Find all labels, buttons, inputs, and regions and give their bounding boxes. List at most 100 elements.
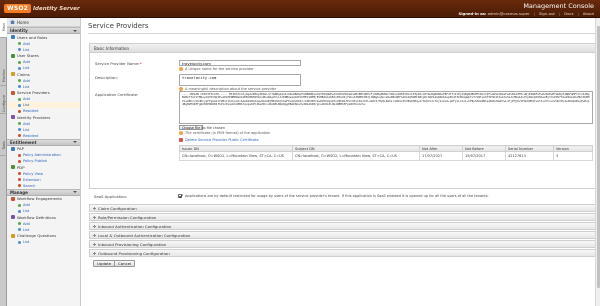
- sidebar-group-label: Challenge Questions: [17, 233, 57, 239]
- group-icon: [11, 35, 15, 40]
- add-icon: [18, 122, 21, 125]
- choose-file-button[interactable]: Choose File: [179, 125, 204, 130]
- list-icon: [18, 209, 21, 213]
- cert-label: Application Certificate:: [95, 92, 139, 97]
- separator: |: [533, 10, 535, 16]
- group-icon: [11, 165, 15, 170]
- list-icon: [18, 228, 21, 231]
- sidebar-section-title: Manage: [10, 189, 28, 195]
- sp-name-input[interactable]: travelocity.com: [179, 60, 301, 66]
- user-name: admin@cosmos.super: [487, 10, 530, 16]
- accordion-label: Local & Outbound Authentication Configur…: [98, 232, 191, 238]
- list-icon: [18, 128, 21, 131]
- sp-name-hint-text: A unique name for the service provider: [185, 67, 254, 71]
- delete-cert-label: Delete Service Provider Public Certifica…: [185, 138, 259, 142]
- about-link[interactable]: About: [583, 11, 594, 16]
- cell-version: 3: [553, 151, 593, 161]
- signed-in-label: Signed-in as:: [458, 10, 487, 16]
- sidebar-item[interactable]: List: [7, 239, 80, 245]
- tab-main[interactable]: Main: [0, 18, 7, 38]
- sidebar-group-label: PAP: [17, 146, 24, 152]
- accordion-inbound-provisioning-configuration[interactable]: Inbound Provisioning Configuration: [89, 240, 596, 248]
- sidebar-item-label: List: [23, 127, 30, 132]
- accordion-label: Inbound Provisioning Configuration: [98, 241, 167, 247]
- accordion-role-permission-configuration[interactable]: Role/Permission Configuration: [89, 213, 596, 221]
- user-strip: Signed-in as: admin@cosmos.super | Sign-…: [458, 11, 594, 16]
- cell-serial-number: 42127613: [505, 151, 554, 161]
- sp-name-label-text: Service Provider Name:: [95, 61, 140, 66]
- cancel-button[interactable]: Cancel: [114, 260, 136, 267]
- certificate-textarea[interactable]: -----BEGIN CERTIFICATE----- MIIDSTCCAjGg…: [179, 91, 593, 124]
- accordion-inbound-authentication-configuration[interactable]: Inbound Authentication Configuration: [89, 222, 596, 230]
- add-icon: [18, 203, 21, 207]
- sidebar-item-label: Add: [23, 203, 30, 207]
- description-label: Description:: [95, 75, 118, 80]
- home-link[interactable]: Home: [7, 18, 80, 27]
- accordion-label: Role/Permission Configuration: [98, 214, 157, 220]
- update-button[interactable]: Update: [93, 260, 116, 267]
- sidebar-group-label: Workflow Definitions: [17, 214, 57, 220]
- sidebar-section-identity[interactable]: Identity: [7, 27, 80, 34]
- collapse-icon: [73, 29, 77, 32]
- product-logo[interactable]: WSO2 Identity Server: [4, 3, 80, 14]
- cell-not-after: 17/07/2027: [419, 151, 463, 161]
- expand-icon: [93, 252, 96, 255]
- side-tab-strip: Main Monitor Configure Tools: [0, 18, 7, 306]
- sidebar-nav: Home Identity Users and Roles Add List User …: [7, 18, 81, 306]
- saas-checkbox[interactable]: [178, 193, 182, 198]
- accordion-claim-configuration[interactable]: Claim Configuration: [89, 204, 596, 212]
- main-content: Service Providers Basic Information Serv…: [83, 18, 600, 306]
- list-icon: [18, 48, 21, 51]
- sidebar-item-label: List: [23, 240, 30, 244]
- info-icon: [179, 67, 183, 71]
- home-label: Home: [17, 19, 29, 25]
- table-row: CN=localhost, O=WSO2, L=Mountain View, S…: [179, 151, 593, 161]
- sidebar-item-label: Policy View: [23, 171, 44, 176]
- page-scrollbar[interactable]: [595, 18, 600, 306]
- saas-description: Applications are by default restricted f…: [185, 194, 489, 198]
- list-icon: [18, 85, 21, 88]
- group-icon: [11, 215, 15, 220]
- home-icon: [10, 20, 15, 24]
- expand-icon: [93, 234, 96, 237]
- tab-tools[interactable]: Tools: [0, 136, 7, 156]
- sidebar-item-label: Add: [23, 41, 30, 46]
- nav-sections: Identity Users and Roles Add List User Store…: [7, 27, 80, 245]
- sidebar-item-label: List: [23, 84, 30, 89]
- sign-out-link[interactable]: Sign-out: [539, 11, 555, 16]
- group-icon: [11, 53, 15, 58]
- page-title: Service Providers: [88, 22, 149, 30]
- basic-information-header: Basic Information: [90, 44, 595, 53]
- item-icon: [18, 172, 21, 175]
- certificate-table: Issuer DN Subject DN Not After Not Befor…: [179, 145, 593, 161]
- description-textarea[interactable]: travelocity.com: [179, 74, 301, 86]
- cell-not-before: 19/07/2017: [462, 151, 506, 161]
- sp-name-hint: A unique name for the service provider: [179, 67, 254, 71]
- separator: |: [577, 10, 579, 16]
- accordion-local-outbound-authentication-configuration[interactable]: Local & Outbound Authentication Configur…: [89, 231, 596, 239]
- sidebar-item-label: Search: [23, 183, 36, 188]
- add-icon: [18, 42, 21, 45]
- sidebar-item-label: Add: [23, 121, 30, 126]
- brand-logo: WSO2: [4, 4, 32, 13]
- accordion-label: Outbound Provisioning Configuration: [98, 250, 170, 256]
- delete-cert-link[interactable]: Delete Service Provider Public Certifica…: [179, 138, 259, 142]
- list-icon: [18, 240, 21, 244]
- item-icon: [18, 178, 21, 181]
- sp-name-label: Service Provider Name:*: [95, 61, 141, 66]
- tab-configure[interactable]: Configure: [0, 94, 7, 114]
- sidebar-section-manage[interactable]: Manage: [7, 188, 80, 196]
- sidebar-section-title: Identity: [10, 28, 28, 33]
- expand-icon: [93, 243, 96, 246]
- accordion-outbound-provisioning-configuration[interactable]: Outbound Provisioning Configuration: [89, 249, 596, 257]
- sidebar-item-label: Extension: [23, 177, 41, 182]
- sidebar-item-label: List: [23, 103, 30, 107]
- sidebar-item-label: Policy Publish: [23, 159, 48, 163]
- sidebar-item-label: Resident: [23, 133, 39, 138]
- signed-in-text: Signed-in as: admin@cosmos.super: [458, 11, 529, 16]
- sidebar-section-entitlement[interactable]: Entitlement: [7, 138, 80, 146]
- docs-link[interactable]: Docs: [564, 11, 573, 16]
- tab-monitor[interactable]: Monitor: [0, 66, 7, 86]
- sidebar-group-label: Workflow Engagements: [17, 196, 62, 202]
- item-icon: [18, 109, 21, 113]
